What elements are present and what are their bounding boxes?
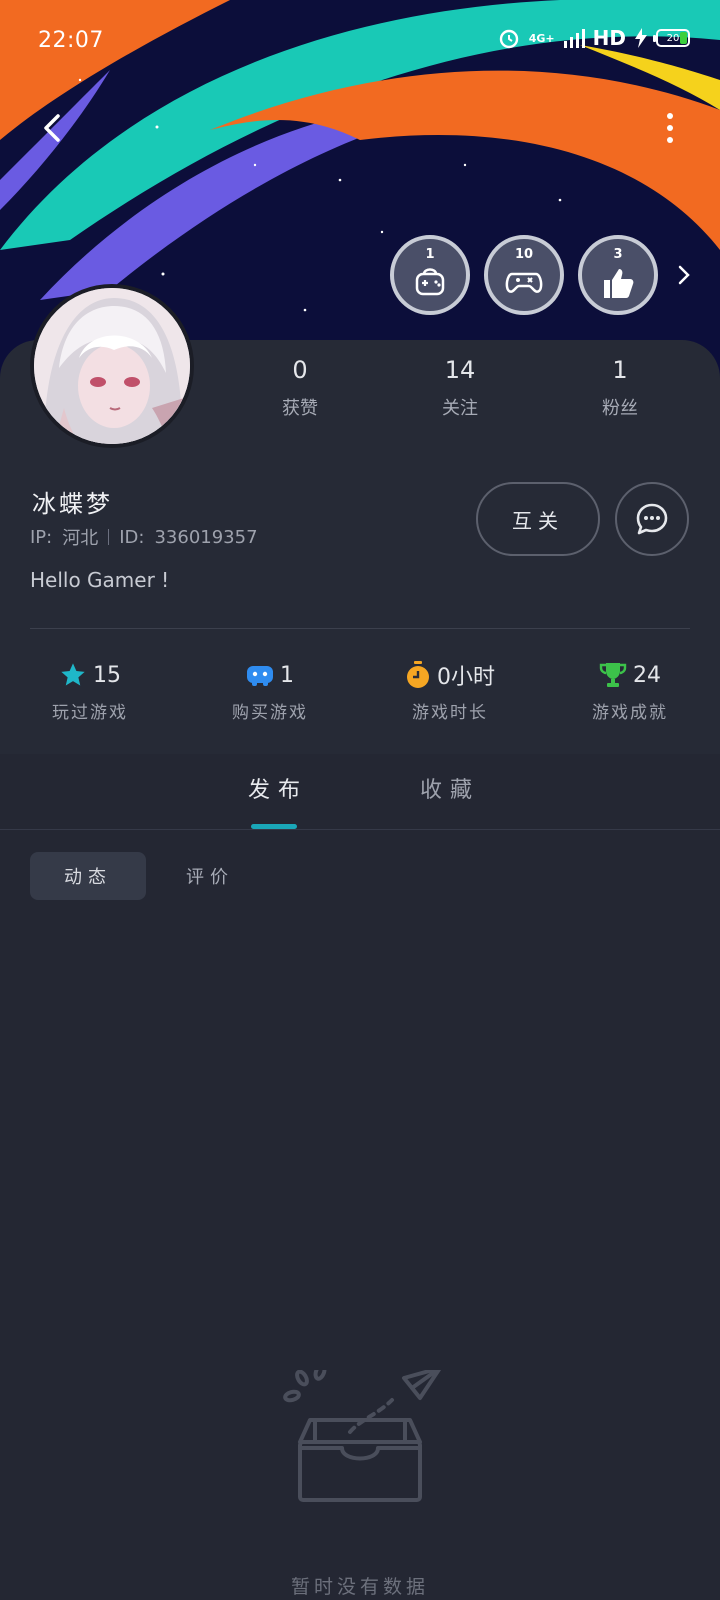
game-stat-label: 玩过游戏 xyxy=(52,703,128,723)
game-stat-label: 购买游戏 xyxy=(232,703,308,723)
username: 冰蝶梦 xyxy=(32,490,113,518)
chevron-right-icon[interactable] xyxy=(672,263,696,287)
empty-inbox-icon xyxy=(283,1370,442,1502)
status-time: 22:07 xyxy=(38,28,104,53)
subtab-activity[interactable]: 动态 xyxy=(30,852,146,900)
trophy-icon xyxy=(599,663,627,687)
game-stat-value: 1 xyxy=(280,662,294,688)
thumbs-up-icon xyxy=(604,269,634,298)
stat-followers[interactable]: 1 粉丝 xyxy=(540,356,700,420)
ip-label: IP: xyxy=(30,526,53,548)
stat-value: 1 xyxy=(612,356,628,384)
game-stat-label: 游戏时长 xyxy=(412,703,488,723)
back-button[interactable] xyxy=(34,108,74,148)
avatar-illustration xyxy=(34,288,190,444)
achievement-badges: 1 10 3 xyxy=(390,235,696,315)
user-meta: IP: 河北 ID: 336019357 xyxy=(30,524,258,550)
game-stat-played[interactable]: 15 玩过游戏 xyxy=(0,660,180,724)
id-value: 336019357 xyxy=(154,526,258,548)
tab-favorites[interactable]: 收藏 xyxy=(420,772,480,804)
alarm-icon xyxy=(499,29,518,49)
active-tab-indicator xyxy=(251,824,297,829)
stat-label: 关注 xyxy=(442,398,478,419)
controller-icon xyxy=(505,272,543,293)
stat-label: 粉丝 xyxy=(602,398,638,419)
stopwatch-icon xyxy=(407,661,429,688)
chevron-left-icon xyxy=(44,114,60,142)
more-dot-icon xyxy=(667,113,673,119)
message-button[interactable] xyxy=(615,482,689,556)
tab-publish[interactable]: 发布 xyxy=(248,772,308,804)
subtab-reviews[interactable]: 评价 xyxy=(160,852,260,900)
network-type: 4G+ xyxy=(528,31,555,45)
more-dot-icon xyxy=(667,137,673,143)
game-stat-label: 游戏成就 xyxy=(592,703,668,723)
more-dot-icon xyxy=(667,125,673,131)
game-stat-purchased[interactable]: 1 购买游戏 xyxy=(180,660,360,724)
game-stat-value: 0小时 xyxy=(437,665,495,690)
game-stat-value: 15 xyxy=(93,662,121,688)
status-bar: 22:07 4G+ HD 20 xyxy=(0,22,720,62)
content-tabs: 发布 收藏 xyxy=(0,754,720,830)
badge-item[interactable]: 1 xyxy=(390,235,470,315)
profile-stats: 0 获赞 14 关注 1 粉丝 xyxy=(220,356,700,420)
gamepad-icon xyxy=(247,666,273,686)
meta-separator xyxy=(108,529,110,545)
charging-icon xyxy=(635,28,647,48)
signal-icon xyxy=(563,29,585,48)
ip-value: 河北 xyxy=(62,528,99,549)
game-stat-playtime[interactable]: 0小时 游戏时长 xyxy=(360,660,540,723)
badge-number: 3 xyxy=(613,247,623,262)
hd-indicator: HD xyxy=(592,26,626,50)
more-options-button[interactable] xyxy=(660,110,680,146)
stat-value: 0 xyxy=(292,356,308,384)
avatar[interactable] xyxy=(30,284,194,448)
user-bio: Hello Gamer ! xyxy=(30,568,170,592)
stat-likes[interactable]: 0 获赞 xyxy=(220,356,380,420)
status-icons: 4G+ HD 20 xyxy=(497,26,690,50)
chat-bubble-icon xyxy=(636,503,668,535)
game-stats: 15 玩过游戏 1 购买游戏 0小时 游戏时长 24 游戏成就 xyxy=(0,660,720,723)
stat-label: 获赞 xyxy=(282,398,318,419)
badge-item[interactable]: 3 xyxy=(578,235,658,315)
empty-state-text: 暂时没有数据 xyxy=(290,1576,429,1598)
battery-icon: 20 xyxy=(653,29,690,47)
badge-number: 1 xyxy=(425,247,435,262)
stat-following[interactable]: 14 关注 xyxy=(380,356,540,420)
game-stat-achievements[interactable]: 24 游戏成就 xyxy=(540,660,720,724)
game-stat-value: 24 xyxy=(633,662,661,688)
star-icon xyxy=(61,663,85,686)
stat-value: 14 xyxy=(444,356,476,384)
mutual-follow-button[interactable]: 互关 xyxy=(476,482,600,556)
gamepad-bag-icon xyxy=(415,268,445,296)
badge-number: 10 xyxy=(514,247,534,262)
divider xyxy=(30,628,690,629)
battery-level: 20 xyxy=(666,32,680,44)
badge-item[interactable]: 10 xyxy=(484,235,564,315)
id-label: ID: xyxy=(119,526,145,548)
